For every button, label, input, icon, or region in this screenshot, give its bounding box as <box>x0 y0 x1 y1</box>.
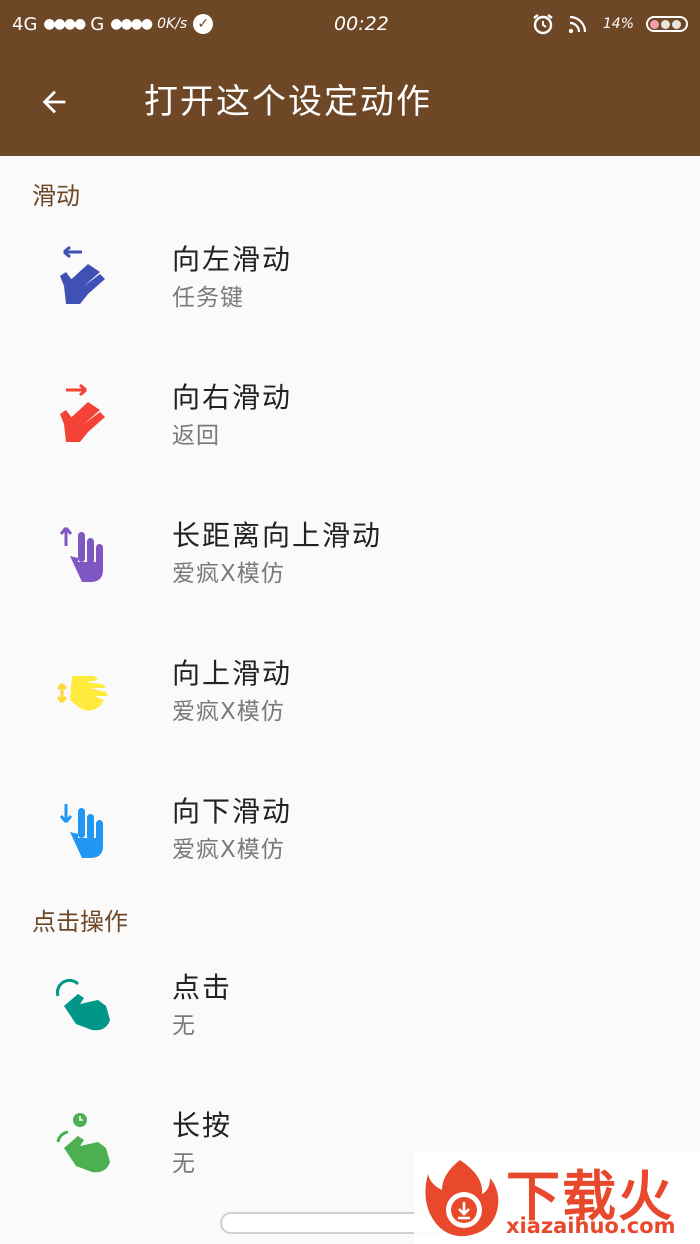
item-subtitle: 无 <box>172 1013 196 1039</box>
list-item-swipe-left[interactable]: 向左滑动 任务键 <box>0 212 700 350</box>
item-title: 向右滑动 <box>172 381 293 414</box>
page-title: 打开这个设定动作 <box>144 82 432 122</box>
list-item-swipe-up[interactable]: 向上滑动 爱疯X模仿 <box>0 626 700 764</box>
section-header-tap: 点击操作 <box>32 908 128 936</box>
back-button[interactable] <box>30 78 78 126</box>
list-item-swipe-right[interactable]: 向右滑动 返回 <box>0 350 700 488</box>
battery-percent: 14% <box>602 16 634 32</box>
swipe-left-icon <box>60 245 105 304</box>
item-subtitle: 爱疯X模仿 <box>172 837 285 863</box>
toolbar: 打开这个设定动作 <box>0 48 700 156</box>
long-press-icon <box>56 1113 110 1173</box>
signal-strength-2: ●●●● <box>110 16 153 32</box>
status-right: 14% <box>531 12 688 36</box>
list-item-long-swipe-up[interactable]: 长距离向上滑动 爱疯X模仿 <box>0 488 700 626</box>
tap-icon <box>55 978 110 1031</box>
network-type-1: 4G <box>12 13 38 35</box>
status-bar: 4G ●●●● G ●●●● 0K/s ✓ 00:22 14% <box>0 0 700 48</box>
clock: 00:22 <box>334 13 389 35</box>
item-subtitle: 爱疯X模仿 <box>172 699 285 725</box>
item-title: 向下滑动 <box>172 795 293 828</box>
watermark: 下载火 xiazaihuo.com <box>414 1152 700 1244</box>
wifi-icon <box>568 15 586 34</box>
flame-logo-icon <box>425 1160 499 1237</box>
item-subtitle: 爱疯X模仿 <box>172 561 285 587</box>
swipe-up-icon <box>56 676 108 711</box>
list-item-swipe-down[interactable]: 向下滑动 爱疯X模仿 <box>0 764 700 902</box>
item-title: 长距离向上滑动 <box>172 519 383 552</box>
list-item-tap[interactable]: 点击 无 <box>0 940 700 1078</box>
section-header-swipe: 滑动 <box>32 182 80 210</box>
item-title: 点击 <box>172 971 233 1004</box>
arrow-left-icon <box>42 90 66 114</box>
network-speed: 0K/s <box>157 16 188 32</box>
alarm-icon <box>533 14 553 35</box>
item-subtitle: 无 <box>172 1151 196 1177</box>
item-subtitle: 任务键 <box>172 285 244 311</box>
item-subtitle: 返回 <box>172 423 220 449</box>
signal-strength-1: ●●●● <box>43 16 86 32</box>
item-title: 长按 <box>172 1109 233 1142</box>
battery-icon <box>646 16 688 32</box>
network-type-2: G <box>90 13 105 35</box>
item-title: 向上滑动 <box>172 657 293 690</box>
swipe-down-icon <box>59 804 103 858</box>
item-title: 向左滑动 <box>172 243 293 276</box>
watermark-domain: xiazaihuo.com <box>506 1214 676 1238</box>
swipe-right-icon <box>60 383 105 442</box>
long-swipe-up-icon <box>59 527 103 582</box>
